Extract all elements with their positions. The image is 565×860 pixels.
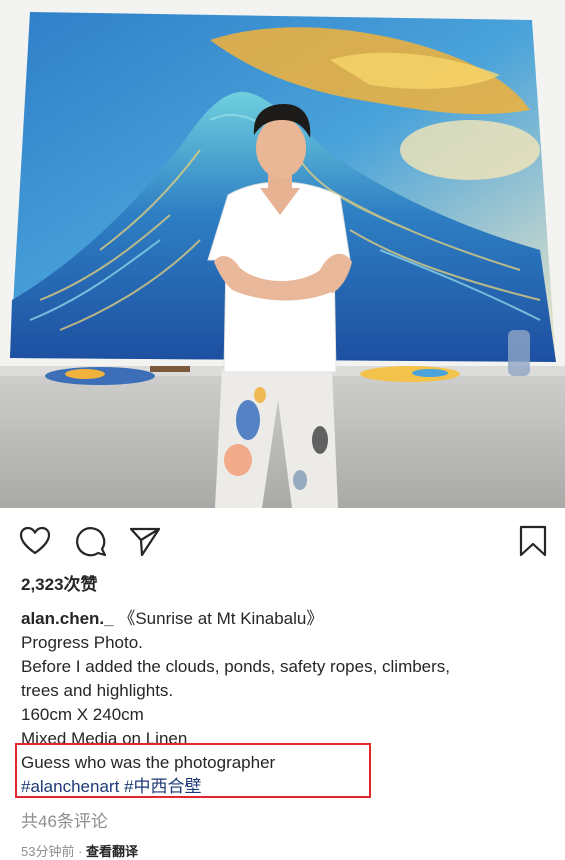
meta-separator: · (74, 844, 87, 859)
comment-icon[interactable] (74, 524, 108, 558)
hashtag-link[interactable]: #中西合壁 (124, 777, 201, 796)
post-photo[interactable] (0, 0, 565, 508)
artwork-title: 《Sunrise at Mt Kinabalu》 (113, 609, 324, 628)
see-translation-link[interactable]: 查看翻译 (86, 844, 138, 859)
post-caption: alan.chen._ 《Sunrise at Mt Kinabalu》 Pro… (21, 607, 551, 799)
caption-line: Guess who was the photographer (21, 753, 276, 772)
hashtag-link[interactable]: #alanchenart (21, 777, 119, 796)
username-link[interactable]: alan.chen._ (21, 609, 114, 628)
caption-line: 160cm X 240cm (21, 705, 144, 724)
caption-line: Before I added the clouds, ponds, safety… (21, 657, 451, 676)
painting-photo-illustration (0, 0, 565, 508)
likes-count[interactable]: 2,323次赞 (21, 574, 98, 596)
post-time: 53分钟前 (21, 844, 75, 859)
caption-line: Mixed Media on Linen (21, 729, 188, 748)
view-comments-link[interactable]: 共46条评论 (21, 810, 108, 834)
post-meta: 53分钟前 · 查看翻译 (21, 843, 138, 860)
caption-line: trees and highlights. (21, 681, 174, 700)
heart-icon[interactable] (18, 524, 52, 558)
send-icon[interactable] (128, 524, 162, 558)
hashtags-line: #alanchenart #中西合壁 (21, 775, 551, 799)
caption-header-line: alan.chen._ 《Sunrise at Mt Kinabalu》 (21, 607, 551, 631)
bookmark-icon[interactable] (516, 524, 550, 558)
caption-line: Progress Photo. (21, 633, 143, 652)
post-action-bar (0, 508, 565, 572)
